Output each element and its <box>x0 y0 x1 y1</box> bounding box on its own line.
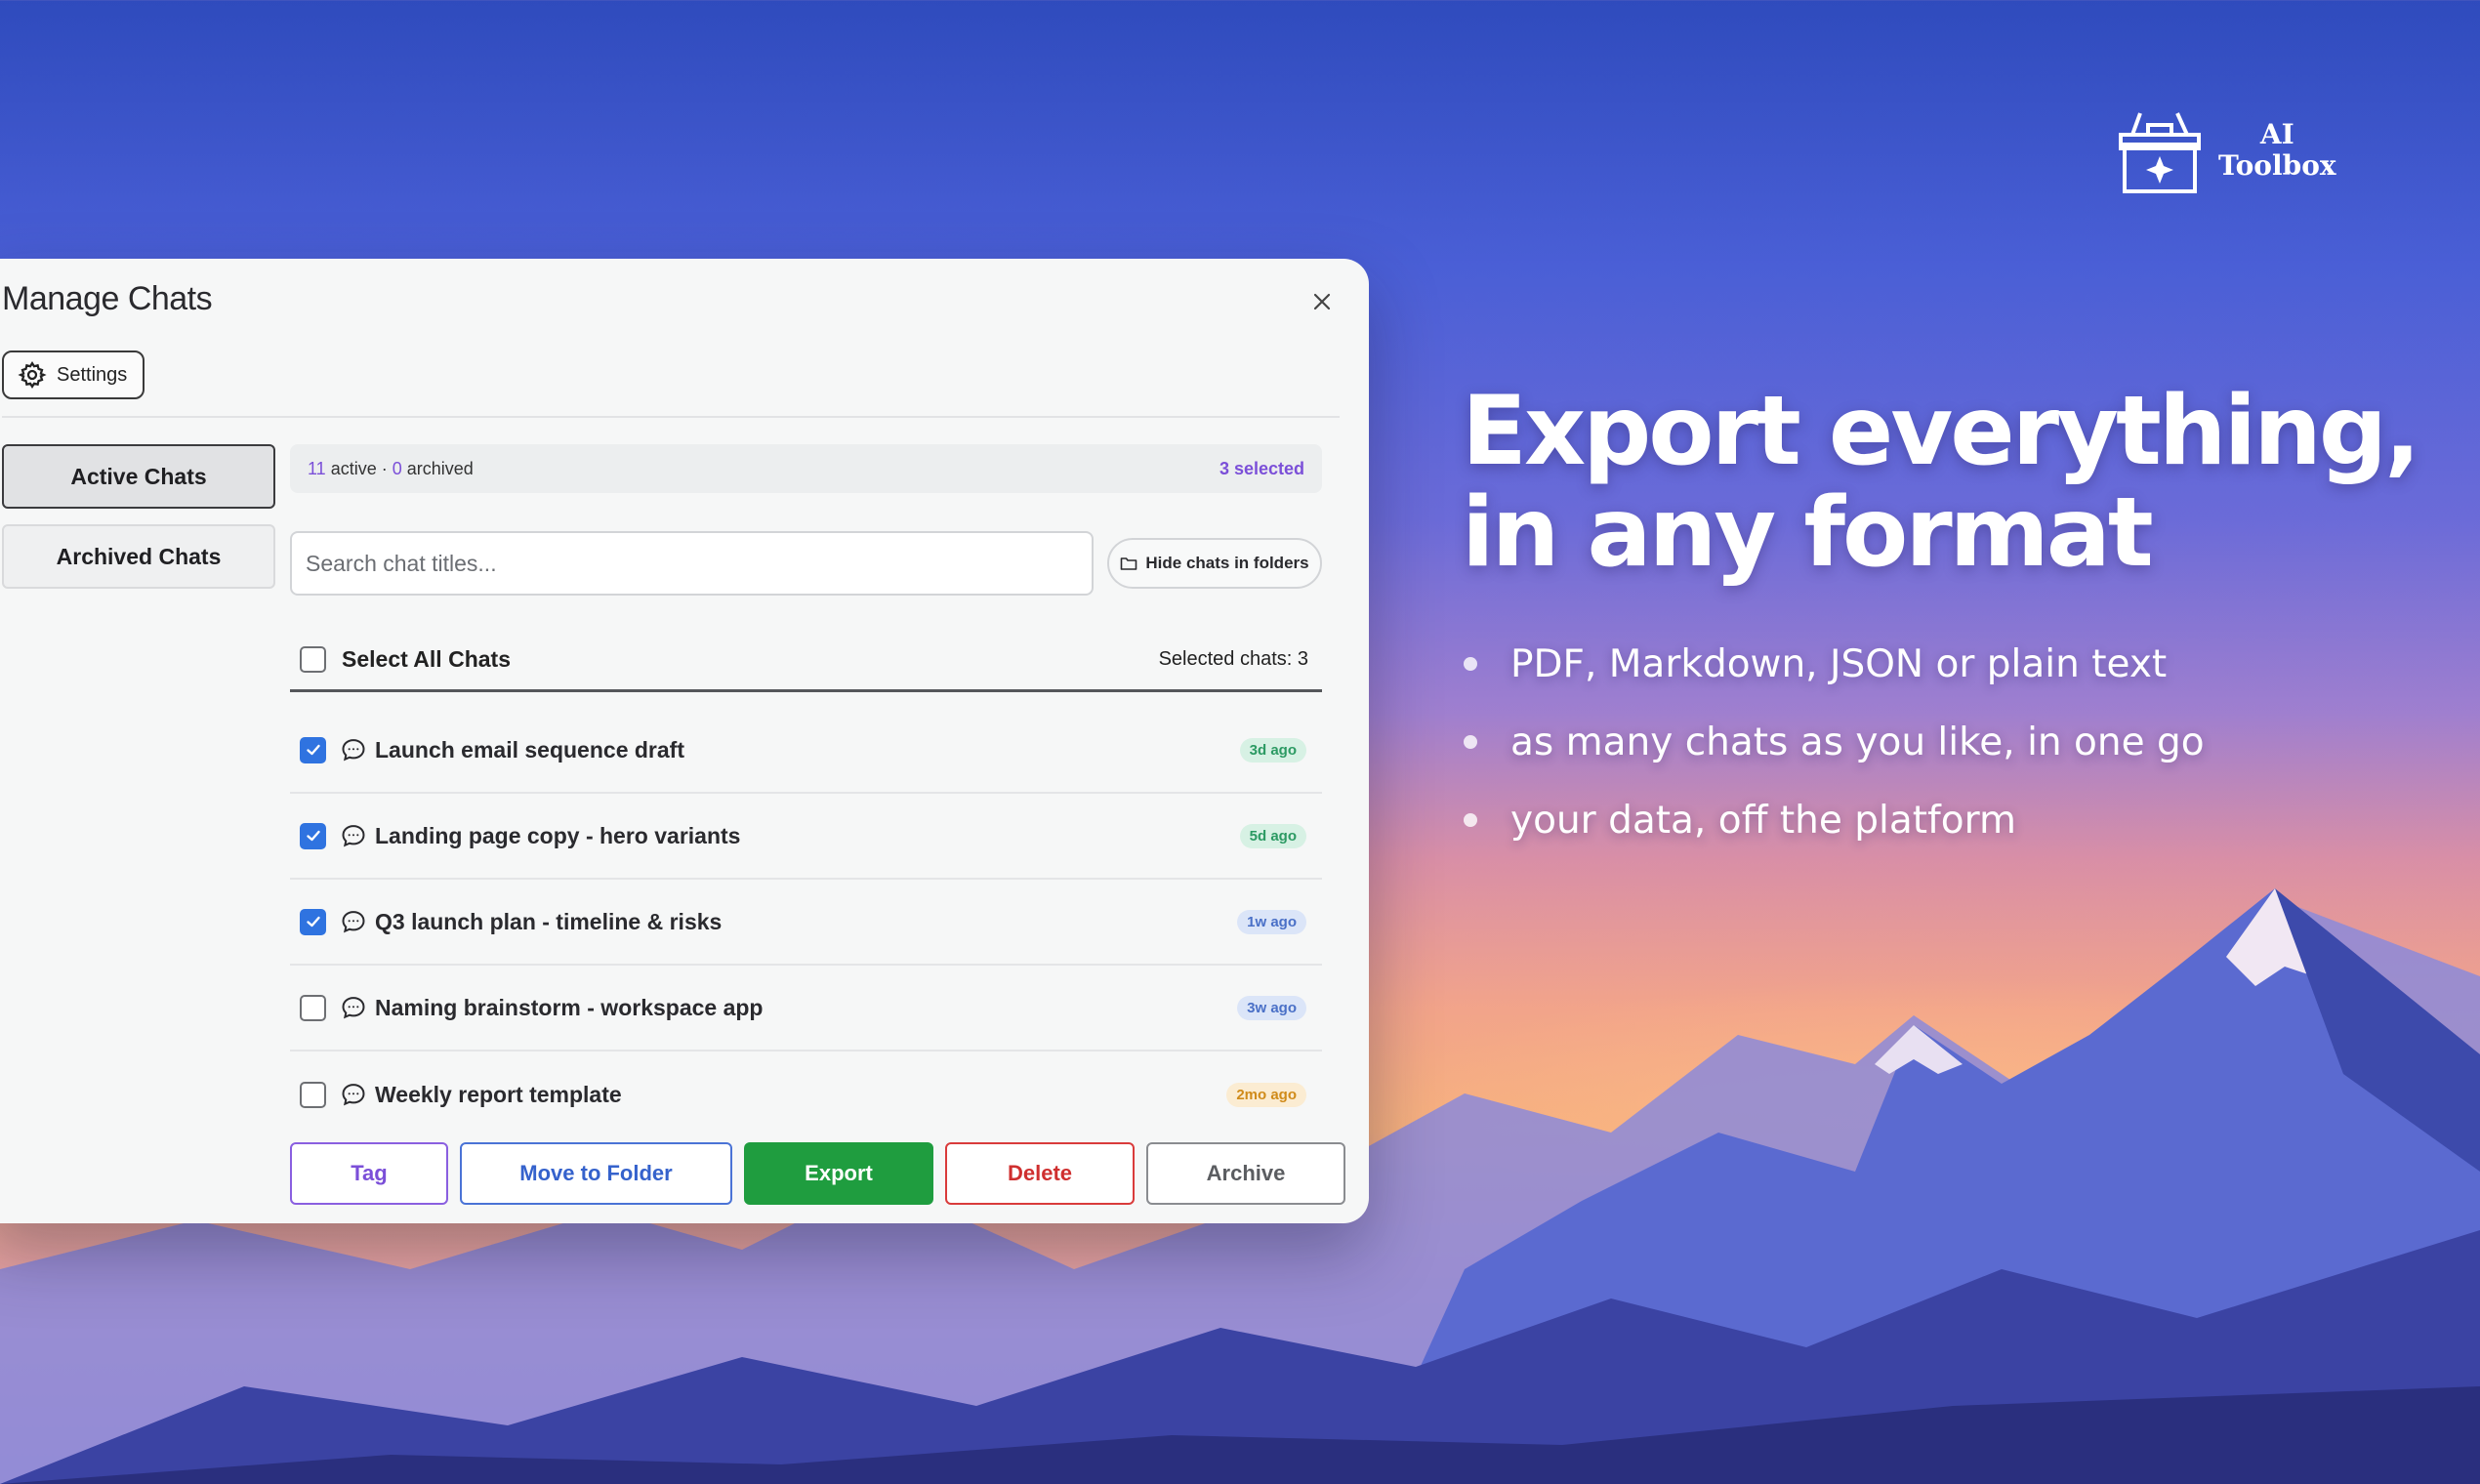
chat-bubble-icon <box>340 994 367 1021</box>
action-bar: Tag Move to Folder Export Delete Archive <box>290 1142 1345 1205</box>
chat-bubble-icon <box>340 908 367 935</box>
chat-list: Launch email sequence draft 3d ago Landing… <box>290 708 1322 1137</box>
selected-count-badge: 3 selected <box>1219 458 1304 478</box>
feature-item: as many chats as you like, in one go <box>1462 703 2205 781</box>
tag-button[interactable]: Tag <box>290 1142 448 1205</box>
chat-age-badge: 3d ago <box>1239 737 1306 763</box>
bullet-dot <box>1464 813 1477 827</box>
chat-row[interactable]: Weekly report template 2mo ago <box>290 1051 1322 1137</box>
chat-checkbox[interactable] <box>300 1081 326 1108</box>
export-button[interactable]: Export <box>744 1142 933 1205</box>
tab-active-chats[interactable]: Active Chats <box>2 444 275 509</box>
chat-row[interactable]: Launch email sequence draft 3d ago <box>290 708 1322 794</box>
hide-chats-in-folders-toggle[interactable]: Hide chats in folders <box>1107 538 1322 589</box>
chat-title: Q3 launch plan - timeline & risks <box>375 908 723 934</box>
search-input[interactable] <box>290 531 1094 596</box>
select-all-control[interactable]: Select All Chats <box>300 646 511 673</box>
chat-age-badge: 1w ago <box>1237 909 1306 934</box>
bullet-dot <box>1464 735 1477 749</box>
hide-chats-label: Hide chats in folders <box>1145 554 1309 572</box>
chat-bubble-icon <box>340 1081 367 1108</box>
move-to-folder-button[interactable]: Move to Folder <box>460 1142 732 1205</box>
feature-list: PDF, Markdown, JSON or plain text as man… <box>1462 625 2205 859</box>
dialog-title: Manage Chats <box>2 280 213 317</box>
stats-separator: · <box>376 458 393 478</box>
selected-chats-count: Selected chats: 3 <box>1158 648 1308 670</box>
archived-count: 0 <box>392 458 402 478</box>
select-all-checkbox[interactable] <box>300 646 326 673</box>
delete-button[interactable]: Delete <box>945 1142 1135 1205</box>
brand-line-1: AI <box>2259 118 2294 150</box>
chat-checkbox[interactable] <box>300 736 326 763</box>
feature-item: PDF, Markdown, JSON or plain text <box>1462 625 2205 703</box>
select-all-label: Select All Chats <box>342 646 511 672</box>
tab-archived-chats[interactable]: Archived Chats <box>2 524 275 589</box>
chat-title: Landing page copy - hero variants <box>375 822 741 848</box>
chat-stats-bar: 11 active · 0 archived 3 selected <box>290 444 1322 493</box>
chat-counts: 11 active · 0 archived <box>308 459 474 479</box>
chat-title: Weekly report template <box>375 1081 622 1107</box>
settings-button[interactable]: Settings <box>2 350 145 399</box>
folder-icon <box>1121 557 1137 570</box>
chat-bubble-icon <box>340 736 367 763</box>
chat-checkbox[interactable] <box>300 908 326 935</box>
feature-item: your data, off the platform <box>1462 781 2205 859</box>
gear-icon <box>18 361 47 389</box>
chat-row[interactable]: Q3 launch plan - timeline & risks 1w ago <box>290 880 1322 966</box>
headline: Export everything, in any format <box>1462 381 2477 584</box>
chat-age-badge: 3w ago <box>1237 995 1306 1020</box>
brand-logo: AI Toolbox <box>2119 107 2336 193</box>
active-label: active <box>330 458 377 478</box>
chat-checkbox[interactable] <box>300 822 326 849</box>
manage-chats-dialog: Manage Chats Settings Active Chats Archi… <box>0 259 1369 1223</box>
bullet-dot <box>1464 657 1477 671</box>
select-all-row: Select All Chats Selected chats: 3 <box>290 630 1322 692</box>
headline-line-1: Export everything, <box>1462 376 2420 487</box>
brand-line-2: Toolbox <box>2218 149 2336 182</box>
checkmark-icon <box>306 830 320 842</box>
toolbox-icon <box>2119 112 2201 193</box>
checkmark-icon <box>306 744 320 756</box>
chat-title: Launch email sequence draft <box>375 736 684 763</box>
archived-label: archived <box>406 458 474 478</box>
headline-line-2: in any format <box>1462 477 2154 589</box>
checkmark-icon <box>306 916 320 928</box>
chat-checkbox[interactable] <box>300 994 326 1021</box>
chat-bubble-icon <box>340 822 367 849</box>
chat-age-badge: 2mo ago <box>1226 1082 1306 1107</box>
chat-row[interactable]: Landing page copy - hero variants 5d ago <box>290 794 1322 880</box>
chat-age-badge: 5d ago <box>1239 823 1306 848</box>
active-count: 11 <box>308 458 326 478</box>
feature-text: as many chats as you like, in one go <box>1510 720 2205 764</box>
close-button[interactable] <box>1302 282 1342 321</box>
chat-row[interactable]: Naming brainstorm - workspace app 3w ago <box>290 966 1322 1051</box>
close-icon <box>1313 293 1331 310</box>
settings-label: Settings <box>57 363 128 386</box>
chat-title: Naming brainstorm - workspace app <box>375 994 764 1020</box>
feature-text: PDF, Markdown, JSON or plain text <box>1510 641 2168 686</box>
archive-button[interactable]: Archive <box>1146 1142 1345 1205</box>
divider <box>2 416 1340 418</box>
feature-text: your data, off the platform <box>1510 798 2016 843</box>
